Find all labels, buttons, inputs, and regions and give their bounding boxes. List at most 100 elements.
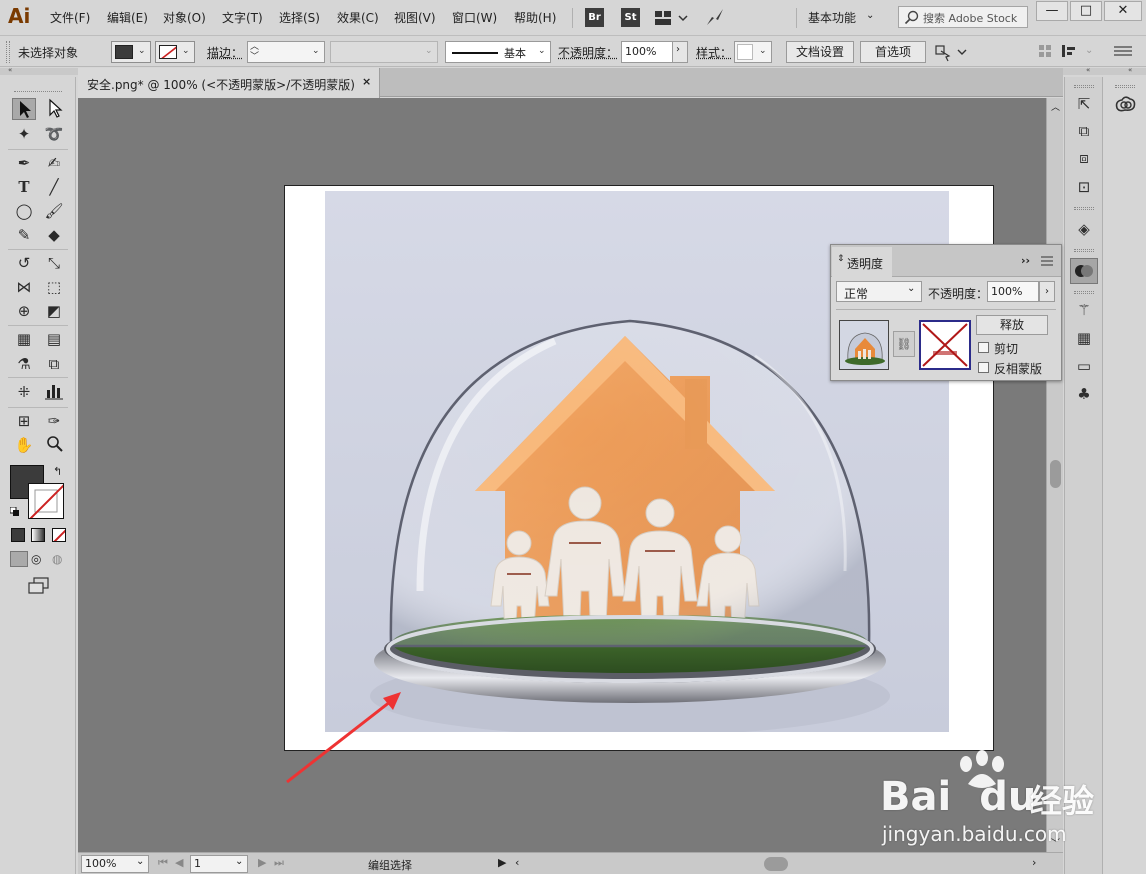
align-icon[interactable]: ⊡ <box>1072 176 1096 198</box>
blend-mode-dropdown[interactable]: 正常 ⌄ <box>836 281 922 302</box>
menu-effect[interactable]: 效果(C) <box>337 9 379 26</box>
column-graph-tool-icon[interactable] <box>42 381 66 403</box>
last-page-icon[interactable]: ⏭ <box>274 856 284 870</box>
shaper-tool-icon[interactable]: ✎ <box>12 224 36 246</box>
vertical-scroll-thumb[interactable] <box>1050 460 1061 488</box>
menu-help[interactable]: 帮助(H) <box>514 9 556 26</box>
collapse-left-icon[interactable]: « <box>8 66 12 74</box>
line-segment-tool-icon[interactable]: ╱ <box>42 176 66 198</box>
opacity-input[interactable]: 100% <box>621 41 673 63</box>
export-asset-icon[interactable]: ⇱ <box>1072 93 1096 115</box>
swap-fill-stroke-icon[interactable]: ↰ <box>53 465 62 478</box>
ellipse-tool-icon[interactable]: ◯ <box>12 200 36 222</box>
magic-wand-tool-icon[interactable]: ✦ <box>12 123 36 145</box>
width-tool-icon[interactable]: ⋈ <box>12 276 36 298</box>
quick-actions-icon[interactable] <box>934 42 968 62</box>
release-mask-button[interactable]: 释放 <box>976 315 1048 335</box>
zoom-level-field[interactable]: 100% ⌄ <box>81 855 149 873</box>
panel-grip[interactable] <box>6 41 10 63</box>
document-tab[interactable]: 安全.png* @ 100% (<不透明蒙版>/不透明蒙版) × <box>78 68 380 98</box>
lasso-tool-icon[interactable]: ➰ <box>42 123 66 145</box>
stock-search-input[interactable]: 搜索 Adobe Stock <box>898 6 1028 28</box>
pen-tool-icon[interactable]: ✒ <box>12 152 36 174</box>
selection-tool-icon[interactable] <box>12 98 36 120</box>
pathfinder-icon[interactable]: ⧉ <box>1072 120 1096 142</box>
free-transform-tool-icon[interactable]: ⬚ <box>42 276 66 298</box>
rotate-tool-icon[interactable]: ↺ <box>12 252 36 274</box>
chevron-down-icon[interactable]: ⌄ <box>866 10 874 21</box>
menu-edit[interactable]: 编辑(E) <box>107 9 148 26</box>
minimize-button[interactable]: — <box>1036 1 1068 21</box>
gpu-performance-icon[interactable] <box>704 6 726 28</box>
curvature-tool-icon[interactable]: ✍ <box>42 152 66 174</box>
stroke-color-picker[interactable]: ⌄ <box>155 41 195 63</box>
brush-definition-dropdown[interactable]: 基本 ⌄ <box>445 41 551 63</box>
arrange-documents-icon[interactable] <box>655 8 689 28</box>
transparency-tab[interactable]: ⇕ 透明度 <box>832 247 892 277</box>
creative-cloud-libraries-icon[interactable] <box>1113 93 1137 115</box>
gradient-tool-icon[interactable]: ▤ <box>42 328 66 350</box>
color-mode-icon[interactable] <box>11 528 25 542</box>
eyedropper-tool-icon[interactable]: ⚗ <box>12 353 36 375</box>
workspace-switcher[interactable]: 基本功能 <box>808 9 856 26</box>
type-tool-icon[interactable]: T <box>12 176 36 198</box>
status-menu-icon[interactable]: ▶ <box>498 856 506 869</box>
stock-badge[interactable]: St <box>621 8 640 27</box>
first-page-icon[interactable]: ⏮ <box>158 856 168 870</box>
menu-file[interactable]: 文件(F) <box>50 9 90 26</box>
panel-grip[interactable] <box>14 91 62 92</box>
mesh-tool-icon[interactable]: ▦ <box>12 328 36 350</box>
link-mask-icon[interactable]: ⛓ <box>893 331 915 357</box>
brushes-icon[interactable]: ⚚ <box>1072 299 1096 321</box>
style-label[interactable]: 样式： <box>696 44 732 61</box>
menu-view[interactable]: 视图(V) <box>394 9 436 26</box>
artwork-thumbnail[interactable] <box>839 320 889 370</box>
menu-type[interactable]: 文字(T) <box>222 9 263 26</box>
next-page-icon[interactable]: ▶ <box>258 856 266 869</box>
transform-icon[interactable]: ⧈ <box>1072 147 1096 169</box>
stroke-color-swatch[interactable] <box>28 483 64 519</box>
scale-tool-icon[interactable]: ⤡ <box>42 252 66 274</box>
transparency-panel-header[interactable]: ⇕ 透明度 ›› <box>831 245 1061 277</box>
menu-window[interactable]: 窗口(W) <box>452 9 497 26</box>
distribute-icon[interactable] <box>1060 43 1082 59</box>
draw-normal-icon[interactable] <box>10 551 28 567</box>
symbol-sprayer-tool-icon[interactable]: ⁜ <box>12 381 36 403</box>
graphic-style-picker[interactable]: ⌄ <box>734 41 772 63</box>
screen-mode-icon[interactable] <box>28 577 50 595</box>
vertical-scrollbar[interactable]: ︿ ﹀ <box>1046 98 1063 852</box>
menu-object[interactable]: 对象(O) <box>163 9 206 26</box>
preferences-button[interactable]: 首选项 <box>860 41 926 63</box>
scroll-left-icon[interactable]: ‹ <box>515 856 519 869</box>
blend-tool-icon[interactable]: ⧉ <box>42 353 66 375</box>
stroke-label[interactable]: 描边： <box>207 44 243 61</box>
none-mode-icon[interactable] <box>52 528 66 542</box>
horizontal-scroll-thumb[interactable] <box>764 857 788 871</box>
document-setup-button[interactable]: 文档设置 <box>786 41 854 63</box>
fill-color-picker[interactable]: ⌄ <box>111 41 151 63</box>
canvas-area[interactable] <box>78 98 1046 852</box>
draw-inside-icon[interactable]: ◍ <box>52 552 62 566</box>
eraser-tool-icon[interactable]: ◆ <box>42 224 66 246</box>
artboard-tool-icon[interactable]: ⊞ <box>12 410 36 432</box>
opacity-slider-button[interactable]: › <box>1039 281 1055 302</box>
gradient-panel-icon[interactable]: ▭ <box>1072 355 1096 377</box>
paintbrush-tool-icon[interactable]: 🖌 <box>42 200 66 222</box>
symbols-icon[interactable]: ♣ <box>1072 383 1096 405</box>
panel-menu-icon[interactable] <box>1112 43 1136 59</box>
previous-page-icon[interactable]: ◀ <box>175 856 183 869</box>
scroll-right-icon[interactable]: › <box>1032 856 1036 869</box>
chevron-down-icon[interactable]: ⌄ <box>1085 45 1093 56</box>
collapse-right-icon[interactable]: « <box>1128 66 1132 74</box>
opacity-expand-button[interactable]: › <box>672 41 688 63</box>
bridge-badge[interactable]: Br <box>585 8 604 27</box>
layers-icon[interactable]: ◈ <box>1072 218 1096 240</box>
shape-builder-tool-icon[interactable]: ⊕ <box>12 300 36 322</box>
menu-select[interactable]: 选择(S) <box>279 9 320 26</box>
page-number-field[interactable]: 1 ⌄ <box>190 855 248 873</box>
opacity-label[interactable]: 不透明度： <box>558 44 618 61</box>
perspective-grid-tool-icon[interactable]: ◩ <box>42 300 66 322</box>
transparency-panel-icon[interactable] <box>1070 258 1098 284</box>
default-colors-icon[interactable] <box>9 506 20 516</box>
clip-checkbox[interactable] <box>978 342 989 353</box>
